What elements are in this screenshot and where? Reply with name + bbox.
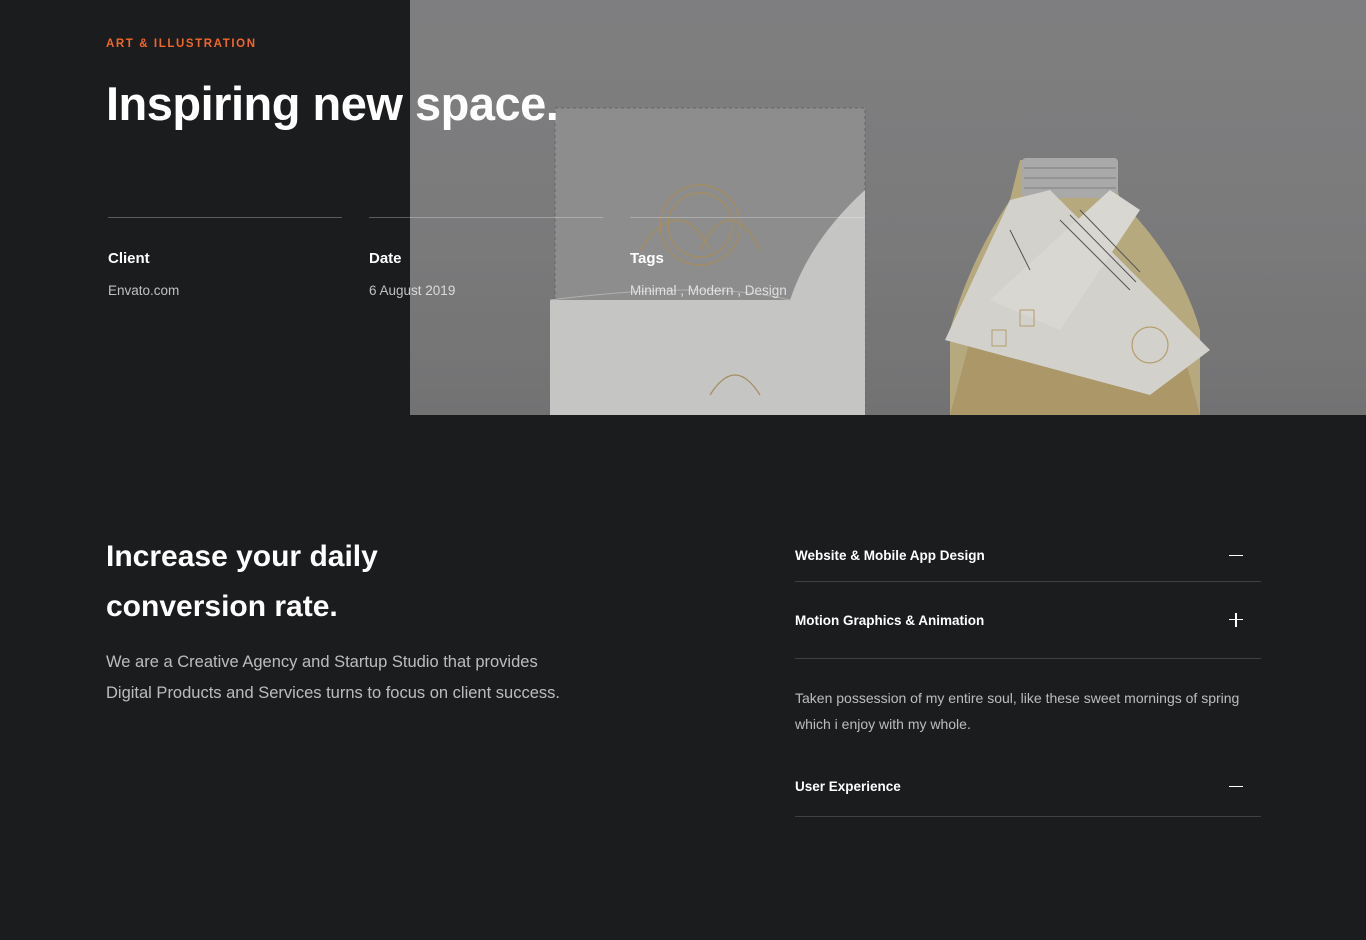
meta-tags: Tags Minimal , Modern , Design — [630, 217, 864, 298]
meta-label: Date — [369, 250, 402, 267]
section-title-line: Increase your daily — [106, 540, 378, 573]
accordion-title: Motion Graphics & Animation — [795, 612, 985, 628]
meta-value: Minimal , Modern , Design — [630, 283, 787, 298]
services-accordion: Website & Mobile App Design Motion Graph… — [795, 530, 1261, 817]
accordion-header[interactable]: Website & Mobile App Design — [795, 530, 1261, 581]
meta-divider — [630, 217, 864, 218]
meta-label: Client — [108, 250, 150, 267]
accordion-item: Website & Mobile App Design — [795, 530, 1261, 582]
meta-value: Envato.com — [108, 283, 180, 298]
project-detail-page: ART & ILLUSTRATION Inspiring new space. … — [0, 0, 1366, 940]
meta-client: Client Envato.com — [108, 217, 342, 298]
category-eyebrow: ART & ILLUSTRATION — [106, 38, 257, 50]
meta-date: Date 6 August 2019 — [369, 217, 603, 298]
accordion-item: Motion Graphics & Animation — [795, 582, 1261, 659]
hero-image-overlay — [410, 0, 1366, 415]
accordion-item: User Experience — [795, 757, 1261, 817]
section-title: Increase your daily conversion rate. — [106, 532, 526, 632]
meta-label: Tags — [630, 250, 664, 267]
minus-icon[interactable] — [1228, 779, 1244, 795]
minus-icon[interactable] — [1228, 548, 1244, 564]
accordion-body: Taken possession of my entire soul, like… — [795, 690, 1240, 732]
meta-value: 6 August 2019 — [369, 283, 456, 298]
section-description: We are a Creative Agency and Startup Stu… — [106, 653, 560, 702]
accordion-header[interactable]: Motion Graphics & Animation — [795, 582, 1261, 658]
section-title-line: conversion rate. — [106, 590, 338, 623]
meta-divider — [108, 217, 342, 218]
page-title: Inspiring new space. — [106, 77, 559, 130]
accordion-title: User Experience — [795, 779, 901, 794]
meta-divider — [369, 217, 603, 218]
plus-icon[interactable] — [1228, 612, 1244, 628]
accordion-panel: Taken possession of my entire soul, like… — [795, 659, 1261, 757]
accordion-header[interactable]: User Experience — [795, 757, 1261, 816]
accordion-title: Website & Mobile App Design — [795, 548, 985, 563]
